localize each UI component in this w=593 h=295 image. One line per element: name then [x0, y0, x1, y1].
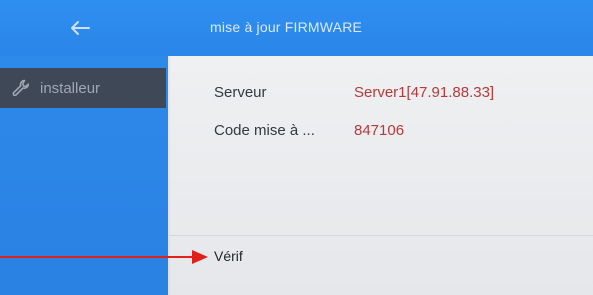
- title-bar: mise à jour FIRMWARE: [0, 0, 593, 56]
- field-row-serveur: Serveur Server1[47.91.88.33]: [214, 84, 494, 101]
- field-value: 847106: [354, 122, 405, 139]
- wrench-icon: [10, 77, 32, 99]
- field-row-code: Code mise à ... 847106: [214, 122, 404, 139]
- field-value: Server1[47.91.88.33]: [354, 84, 495, 101]
- arrow-left-icon: [71, 21, 90, 35]
- divider: [170, 235, 593, 236]
- sidebar-item-label: installeur: [40, 79, 101, 97]
- device-screen: mise à jour FIRMWARE installeur Serveur …: [0, 0, 593, 295]
- field-label: Code mise à ...: [214, 122, 315, 139]
- page-title: mise à jour FIRMWARE: [210, 19, 363, 35]
- red-arrow-pointer: [0, 250, 208, 264]
- sidebar-item-installeur[interactable]: installeur: [0, 68, 166, 108]
- field-label: Serveur: [214, 84, 267, 101]
- verify-button[interactable]: Vérif: [214, 246, 243, 266]
- main-panel: Serveur Server1[47.91.88.33] Code mise à…: [170, 56, 593, 295]
- back-button[interactable]: [60, 12, 100, 44]
